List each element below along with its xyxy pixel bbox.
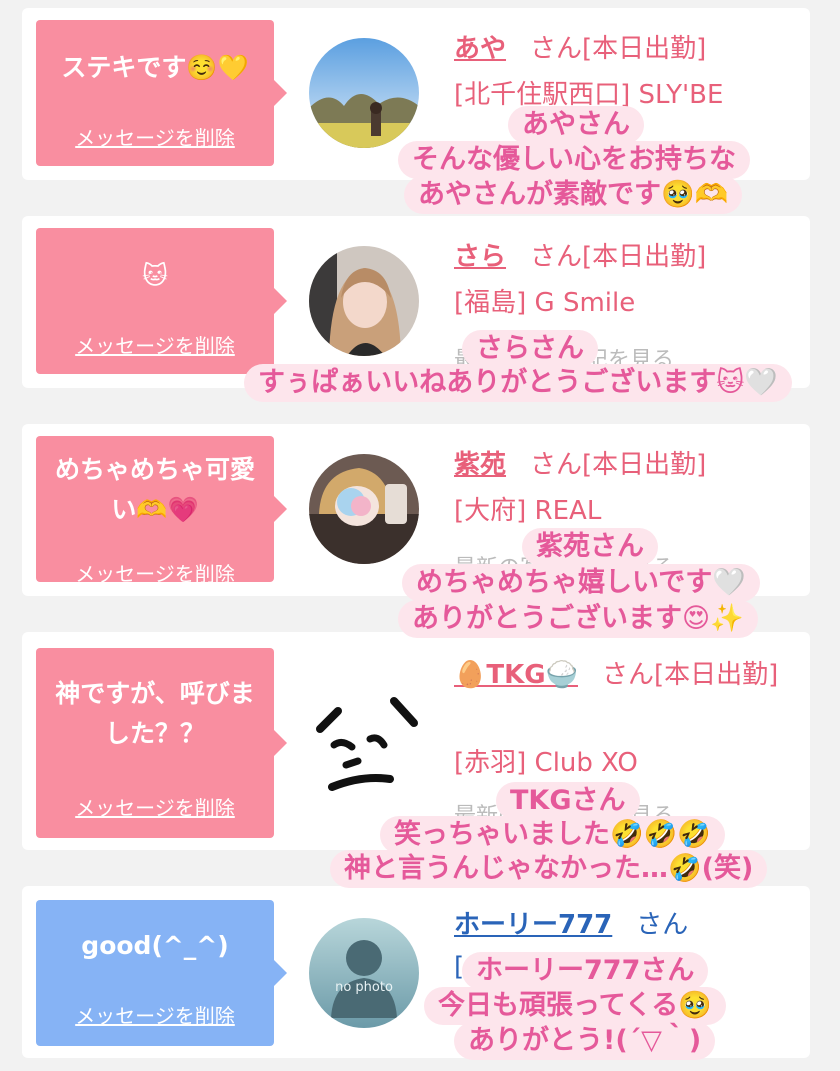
message-bubble: めちゃめちゃ可愛い🫶💗 メッセージを削除	[36, 436, 287, 586]
caption-line: 笑っちゃいました🤣🤣🤣	[380, 816, 725, 854]
message-text: 神ですが、呼びました？？	[55, 679, 255, 748]
avatar-doodle	[316, 697, 418, 791]
cast-status: さん[本日出勤]	[530, 34, 707, 64]
delete-message-link[interactable]: メッセージを削除	[36, 330, 274, 359]
caption-line: あやさんが素敵です🥹🫶	[404, 176, 743, 214]
caption-line: すぅぱぁいいねありがとうございます🐱🤍	[244, 364, 792, 402]
delete-message-link[interactable]: メッセージを削除	[36, 1000, 274, 1029]
shop-name: [大府] REAL	[454, 496, 602, 526]
message-bubble: ステキです☺️💛 メッセージを削除	[36, 20, 287, 166]
cast-name-line: 🥚TKG🍚 さん[本日出勤]	[454, 652, 794, 698]
delete-message-link[interactable]: メッセージを削除	[36, 122, 274, 151]
caption-line: 紫苑さん	[522, 528, 658, 566]
no-photo-icon	[309, 918, 419, 1028]
shop-name: [福島] G Smile	[454, 288, 636, 318]
message-text: ステキです☺️💛	[61, 53, 249, 82]
caption-line: そんな優しい心をお持ちな	[398, 141, 750, 179]
message-text: めちゃめちゃ可愛い🫶💗	[54, 455, 255, 524]
avatar[interactable]: no photo	[309, 918, 419, 1028]
cast-name-link[interactable]: 紫苑	[454, 450, 506, 480]
cast-status: さん[本日出勤]	[601, 660, 779, 690]
cast-name-link[interactable]: ホーリー777	[454, 910, 612, 940]
cast-status: さん	[636, 910, 689, 940]
message-bubble: 🐱 メッセージを削除	[36, 228, 287, 374]
caption-line: ありがとうございます😍✨	[398, 600, 758, 638]
avatar[interactable]	[309, 38, 419, 148]
caption-line: TKGさん	[496, 782, 640, 820]
delete-message-link[interactable]: メッセージを削除	[36, 792, 274, 821]
cast-name-line: さら さん[本日出勤]	[454, 236, 706, 273]
avatar[interactable]	[312, 687, 422, 807]
shop-name: [赤羽] Club XO	[454, 748, 638, 778]
caption-line: さらさん	[462, 330, 598, 368]
delete-message-link[interactable]: メッセージを削除	[36, 558, 274, 587]
cast-status: さん[本日出勤]	[530, 242, 707, 272]
no-photo-label: no photo	[335, 980, 393, 995]
avatar-photo	[309, 454, 419, 564]
avatar-photo	[309, 246, 419, 356]
cast-name-line: あや さん[本日出勤]	[454, 28, 706, 65]
avatar[interactable]	[309, 454, 419, 564]
cast-name-line: ホーリー777 さん	[454, 904, 688, 941]
message-text: good(^_^)	[81, 931, 229, 960]
cast-name-link[interactable]: 🥚TKG🍚	[454, 660, 578, 690]
caption-line: あやさん	[508, 106, 644, 144]
cast-status: さん[本日出勤]	[530, 450, 707, 480]
caption-line: ありがとう!(´▽｀)	[454, 1022, 716, 1060]
caption-line: ホーリー777さん	[462, 952, 709, 990]
message-bubble: good(^_^) メッセージを削除	[36, 900, 287, 1046]
message-text: 🐱	[141, 261, 169, 290]
cast-name-line: 紫苑 さん[本日出勤]	[454, 444, 706, 481]
caption-line: 神と言うんじゃなかった…🤣(笑)	[330, 850, 768, 888]
avatar[interactable]	[309, 246, 419, 356]
caption-line: めちゃめちゃ嬉しいです🤍	[402, 564, 760, 602]
message-card: 🐱 メッセージを削除 さらさん[本日出勤] [福島] G Smile 最新の写メ…	[22, 216, 810, 388]
caption-line: 今日も頑張ってくる🥹	[424, 987, 726, 1025]
avatar-photo	[309, 38, 419, 148]
cast-name-link[interactable]: あや	[454, 34, 506, 64]
cast-name-link[interactable]: さら	[454, 242, 506, 272]
message-bubble: 神ですが、呼びました？？ メッセージを削除	[36, 648, 287, 838]
